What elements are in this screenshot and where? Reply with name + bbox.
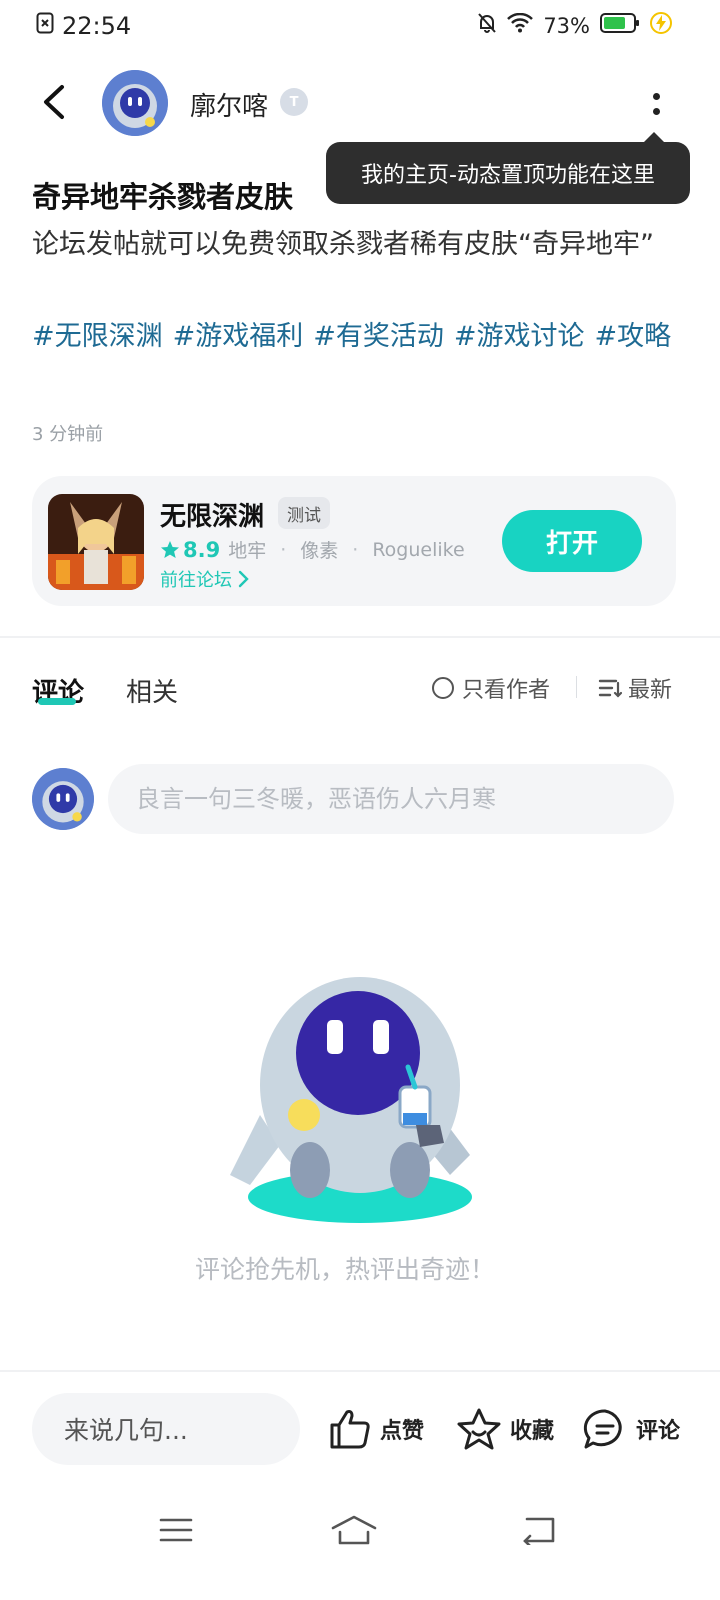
back-button[interactable] [30, 78, 78, 126]
star-outline-icon [457, 1408, 501, 1450]
game-test-badge: 测试 [278, 497, 330, 529]
comment-label: 评论 [636, 1419, 681, 1444]
separator-dot: · [352, 538, 359, 561]
empty-state-mascot [220, 975, 500, 1235]
tag-link[interactable]: #无限深渊 [32, 321, 163, 352]
clock: 22:54 [62, 12, 132, 40]
quick-comment-input[interactable]: 来说几句... [32, 1393, 300, 1465]
post-body: 论坛发帖就可以免费领取杀戮者稀有皮肤“奇异地牢” [32, 229, 654, 260]
sim-error-icon [36, 12, 54, 40]
back-nav-button[interactable] [510, 1508, 566, 1552]
filter-separator [576, 676, 577, 698]
post-timestamp: 3 分钟前 [32, 424, 104, 445]
like-button[interactable]: 点赞 [328, 1403, 424, 1455]
comment-button[interactable]: 评论 [582, 1403, 680, 1455]
active-tab-indicator [38, 698, 76, 705]
section-divider [0, 636, 720, 638]
home-icon [331, 1515, 377, 1545]
game-icon[interactable] [48, 494, 144, 590]
more-dot-icon [652, 108, 660, 115]
battery-icon [600, 12, 640, 39]
charging-icon [650, 12, 672, 39]
favorite-label: 收藏 [510, 1419, 555, 1444]
chevron-left-icon [44, 85, 64, 119]
sort-latest-button[interactable]: 最新 [598, 672, 672, 704]
back-arrow-icon [523, 1517, 555, 1545]
author-only-label: 只看作者 [462, 678, 551, 703]
empty-state-text: 评论抢先机，热评出奇迹！ [194, 1255, 495, 1284]
genre-tag: 地牢 [228, 540, 267, 562]
star-icon [161, 540, 179, 558]
genre-tag: 像素 [300, 540, 339, 562]
game-name: 无限深渊 [160, 502, 265, 532]
tag-link[interactable]: #游戏福利 [173, 321, 304, 352]
author-name[interactable]: 廓尔喀 [190, 86, 268, 123]
sort-icon [598, 679, 622, 698]
genre-tag: Roguelike [372, 538, 465, 561]
author-only-filter[interactable]: 只看作者 [432, 672, 550, 704]
more-options-button[interactable] [636, 80, 676, 128]
favorite-button[interactable]: 收藏 [456, 1403, 554, 1455]
tab-related[interactable]: 相关 [126, 672, 178, 709]
post-title: 奇异地牢杀戮者皮肤 [32, 180, 294, 214]
like-label: 点赞 [380, 1419, 425, 1444]
post-header: 廓尔喀 T [0, 60, 720, 150]
comment-input[interactable] [108, 764, 674, 834]
system-nav-bar [0, 1490, 720, 1570]
tag-link[interactable]: #游戏讨论 [454, 321, 585, 352]
chevron-right-icon [238, 570, 249, 588]
comment-bubble-icon [583, 1409, 622, 1449]
author-level-badge: T [280, 88, 308, 116]
radio-circle-icon [432, 677, 454, 699]
mute-icon [477, 12, 497, 39]
recent-apps-button[interactable] [148, 1508, 204, 1552]
goto-forum-link[interactable]: 前往论坛 [160, 566, 250, 592]
game-rating: 8.9 [160, 538, 220, 562]
home-button[interactable] [326, 1508, 382, 1552]
current-user-avatar [32, 768, 94, 830]
forum-link-label: 前往论坛 [160, 570, 232, 591]
tag-link[interactable]: #有奖活动 [313, 321, 444, 352]
status-bar: 22:54 73% [0, 0, 720, 56]
tag-link[interactable]: #攻略 [595, 321, 672, 352]
menu-icon [159, 1518, 193, 1542]
game-card[interactable]: 无限深渊 测试 8.9 地牢 · 像素 · Roguelike 前往论坛 打开 [32, 476, 676, 606]
author-avatar[interactable] [102, 70, 168, 136]
wifi-icon [507, 12, 534, 38]
post-tags: #无限深渊 #游戏福利 #有奖活动 #游戏讨论 #攻略 [32, 314, 682, 360]
bottom-bar-divider [0, 1370, 720, 1372]
pin-feature-tooltip[interactable]: 我的主页-动态置顶功能在这里 [326, 132, 690, 204]
thumbs-up-icon [330, 1410, 370, 1449]
game-meta: 8.9 地牢 · 像素 · Roguelike [160, 536, 465, 563]
rating-value: 8.9 [183, 537, 221, 562]
sort-label: 最新 [628, 678, 673, 703]
open-game-button[interactable]: 打开 [502, 510, 642, 572]
battery-percent: 73% [543, 13, 590, 38]
separator-dot: · [280, 538, 287, 561]
more-dot-icon [652, 93, 660, 100]
